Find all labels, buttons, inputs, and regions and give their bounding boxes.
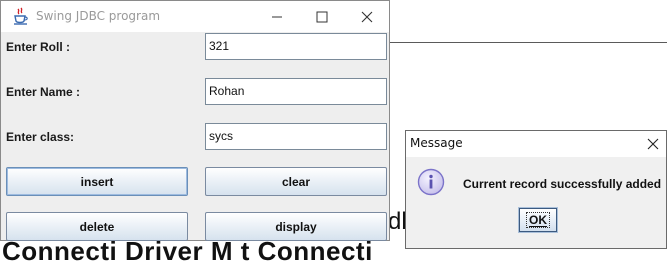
info-icon: [417, 168, 445, 196]
delete-button[interactable]: delete: [6, 212, 188, 241]
roll-input[interactable]: 321: [205, 33, 387, 60]
dialog-titlebar[interactable]: Message: [406, 131, 666, 157]
class-label: Enter class:: [6, 130, 75, 144]
name-input[interactable]: Rohan: [205, 78, 387, 105]
class-input[interactable]: sycs: [205, 123, 387, 150]
clear-button[interactable]: clear: [205, 167, 387, 196]
window-title: Swing JDBC program: [36, 9, 161, 23]
message-dialog: Message Current record successfully adde…: [405, 130, 667, 249]
maximize-icon[interactable]: [299, 1, 344, 32]
insert-button[interactable]: insert: [6, 167, 188, 196]
roll-label: Enter Roll :: [6, 40, 71, 54]
ok-button[interactable]: OK: [518, 207, 558, 233]
close-icon[interactable]: [644, 135, 662, 153]
main-window: Swing JDBC program Enter Roll : 321 Ente…: [0, 0, 390, 241]
close-icon[interactable]: [344, 1, 389, 32]
ok-button-label: OK: [526, 212, 550, 228]
window-titlebar[interactable]: Swing JDBC program: [1, 1, 389, 32]
name-label: Enter Name :: [6, 85, 81, 99]
dialog-message: Current record successfully added: [463, 177, 662, 191]
background-divider: [390, 42, 667, 43]
minimize-icon[interactable]: [254, 1, 299, 32]
java-cup-icon: [11, 7, 31, 27]
dialog-title: Message: [410, 136, 463, 150]
display-button[interactable]: display: [205, 212, 387, 241]
